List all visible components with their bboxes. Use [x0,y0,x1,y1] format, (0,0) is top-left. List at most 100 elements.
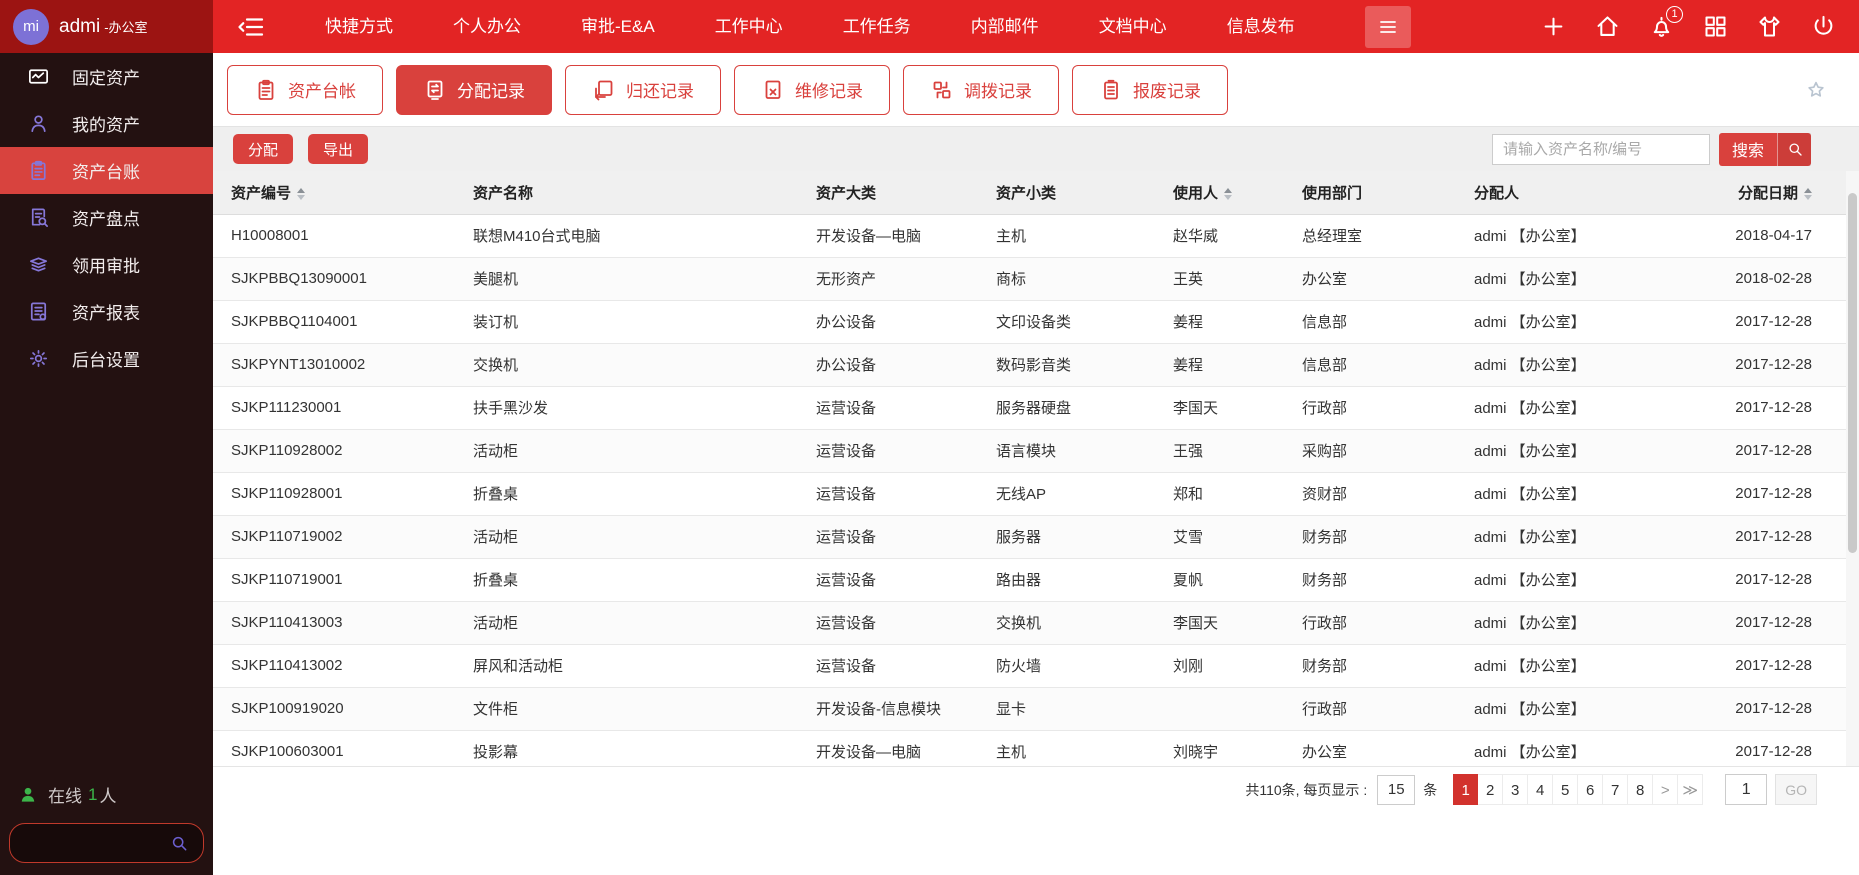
avatar[interactable]: mi [13,8,49,45]
vertical-scrollbar[interactable] [1846,171,1859,766]
page-button[interactable]: 5 [1553,774,1579,805]
table-row[interactable]: H10008001 联想M410台式电脑 开发设备—电脑 主机 赵华威 总经理室 admi … [213,214,1846,258]
sidebar-search [9,823,204,863]
user-brand[interactable]: mi admi -办公室 [0,0,213,53]
table-cell: 路由器 [978,558,1155,602]
table-cell: SJKPYNT13010002 [213,343,455,387]
home-icon[interactable] [1594,13,1621,40]
table-cell: 防火墙 [978,644,1155,688]
table-row[interactable]: SJKP110928001 折叠桌 运营设备 无线AP 郑和 资财部 admi 【办公室】 2… [213,472,1846,516]
tab-维修记录[interactable]: 维修记录 [734,64,890,115]
asset-search-input[interactable] [1491,133,1710,165]
column-header: 资产小类 [978,171,1155,215]
table-row[interactable]: SJKP110413003 活动柜 运营设备 交换机 李国天 行政部 admi 【办公室】 2… [213,601,1846,645]
sidebar-item-5[interactable]: 领用审批 [0,241,213,288]
table-row[interactable]: SJKP111230001 扶手黑沙发 运营设备 服务器硬盘 李国天 行政部 admi 【办… [213,386,1846,430]
go-button[interactable]: GO [1775,774,1817,805]
favorite-star-icon[interactable] [1805,79,1827,101]
table-row[interactable]: SJKP100603001 投影幕 开发设备—电脑 主机 刘晓宇 办公室 admi 【办公室… [213,730,1846,766]
nav-item[interactable]: 文档中心 [1069,0,1197,53]
tab-报废记录[interactable]: 报废记录 [1072,64,1228,115]
nav-item[interactable]: 内部邮件 [941,0,1069,53]
table-cell: 投影幕 [455,730,798,766]
tab-调拨记录[interactable]: 调拨记录 [903,64,1059,115]
sidebar-search-icon[interactable] [169,833,189,853]
sort-icon[interactable] [1224,187,1233,200]
column-header[interactable]: 分配日期 [1709,171,1846,215]
page-button[interactable]: 1 [1453,774,1479,805]
page-button[interactable]: 3 [1503,774,1529,805]
page-button[interactable]: 2 [1478,774,1504,805]
table-row[interactable]: SJKP110719002 活动柜 运营设备 服务器 艾雪 财务部 admi 【办公室】 20… [213,515,1846,559]
page-button[interactable]: 4 [1528,774,1554,805]
table-cell: 运营设备 [798,515,978,559]
toolbar: 分配 导出 搜索 [213,127,1859,171]
page-size-input[interactable] [1377,774,1416,805]
tab-归还记录[interactable]: 归还记录 [565,64,721,115]
sidebar-item-1[interactable]: 固定资产 [0,53,213,100]
nav-item[interactable]: 工作中心 [685,0,813,53]
plus-icon[interactable] [1540,13,1567,40]
apps-icon[interactable] [1702,13,1729,40]
table-row[interactable]: SJKP110413002 屏风和活动柜 运营设备 防火墙 刘刚 财务部 admi 【办公室… [213,644,1846,688]
table-cell: 2018-04-17 [1709,214,1846,258]
table-row[interactable]: SJKPBBQ13090001 美腿机 无形资产 商标 王英 办公室 admi 【办公室】 2… [213,257,1846,301]
repair-icon [761,78,785,102]
sidebar-item-2[interactable]: 我的资产 [0,100,213,147]
next-page-button[interactable]: > [1653,774,1679,805]
column-header[interactable]: 使用人 [1155,171,1284,215]
sort-icon[interactable] [297,187,306,200]
column-header[interactable]: 资产编号 [213,171,455,215]
menu-collapse-icon[interactable] [237,12,267,42]
last-page-button[interactable]: ≫ [1678,774,1704,805]
scrollbar-thumb[interactable] [1848,193,1857,553]
sidebar-item-3[interactable]: 资产台账 [0,147,213,194]
sidebar-item-label: 固定资产 [72,69,140,88]
table-cell: 运营设备 [798,558,978,602]
table-cell: admi 【办公室】 [1456,343,1709,387]
power-icon[interactable] [1810,13,1837,40]
record-tabs: 资产台帐 分配记录 归还记录 维修记录 调拨记录 报废记录 [213,53,1859,127]
nav-item[interactable]: 工作任务 [813,0,941,53]
menu-more-button[interactable] [1364,5,1411,48]
table-row[interactable]: SJKPYNT13010002 交换机 办公设备 数码影音类 姜程 信息部 admi 【办公… [213,343,1846,387]
nav-item[interactable]: 信息发布 [1197,0,1325,53]
sidebar-item-7[interactable]: 后台设置 [0,335,213,382]
table-cell: 李国天 [1155,386,1284,430]
table-cell: 开发设备-信息模块 [798,687,978,731]
search-button[interactable]: 搜索 [1718,132,1811,166]
assign-button[interactable]: 分配 [233,134,294,164]
table-row[interactable]: SJKP110719001 折叠桌 运营设备 路由器 夏帆 财务部 admi 【办公室】 20… [213,558,1846,602]
table-cell: admi 【办公室】 [1456,472,1709,516]
nav-item[interactable]: 个人办公 [423,0,551,53]
online-suffix: 人 [99,787,117,806]
sidebar-search-input[interactable] [10,834,169,852]
page-button[interactable]: 6 [1578,774,1604,805]
table-cell: 开发设备—电脑 [798,214,978,258]
table-cell: 总经理室 [1284,214,1456,258]
table-cell: 服务器 [978,515,1155,559]
tab-资产台帐[interactable]: 资产台帐 [227,64,383,115]
table-cell: 2017-12-28 [1709,558,1846,602]
sidebar-item-6[interactable]: 资产报表 [0,288,213,335]
column-header-label: 分配日期 [1737,184,1798,202]
sort-icon[interactable] [1804,187,1812,200]
tab-分配记录[interactable]: 分配记录 [396,64,552,115]
page-button[interactable]: 7 [1603,774,1629,805]
goto-page-input[interactable] [1725,774,1768,805]
user-name-block: admi -办公室 [59,16,148,38]
nav-item[interactable]: 审批-E&A [551,0,685,53]
table-cell: 运营设备 [798,644,978,688]
bell-icon[interactable]: 1 [1648,6,1683,40]
export-button[interactable]: 导出 [308,134,369,164]
sidebar-item-4[interactable]: 资产盘点 [0,194,213,241]
table-row[interactable]: SJKP110928002 活动柜 运营设备 语言模块 王强 采购部 admi 【办公室】 2… [213,429,1846,473]
shirt-icon[interactable] [1756,13,1783,40]
table-cell: 资财部 [1284,472,1456,516]
table-row[interactable]: SJKP100919020 文件柜 开发设备-信息模块 显卡 行政部 admi 【办公室】… [213,687,1846,731]
table-cell: 扶手黑沙发 [455,386,798,430]
column-header-label: 资产大类 [816,184,877,202]
nav-item[interactable]: 快捷方式 [295,0,423,53]
page-button[interactable]: 8 [1628,774,1654,805]
table-row[interactable]: SJKPBBQ1104001 装订机 办公设备 文印设备类 姜程 信息部 admi 【办公室… [213,300,1846,344]
